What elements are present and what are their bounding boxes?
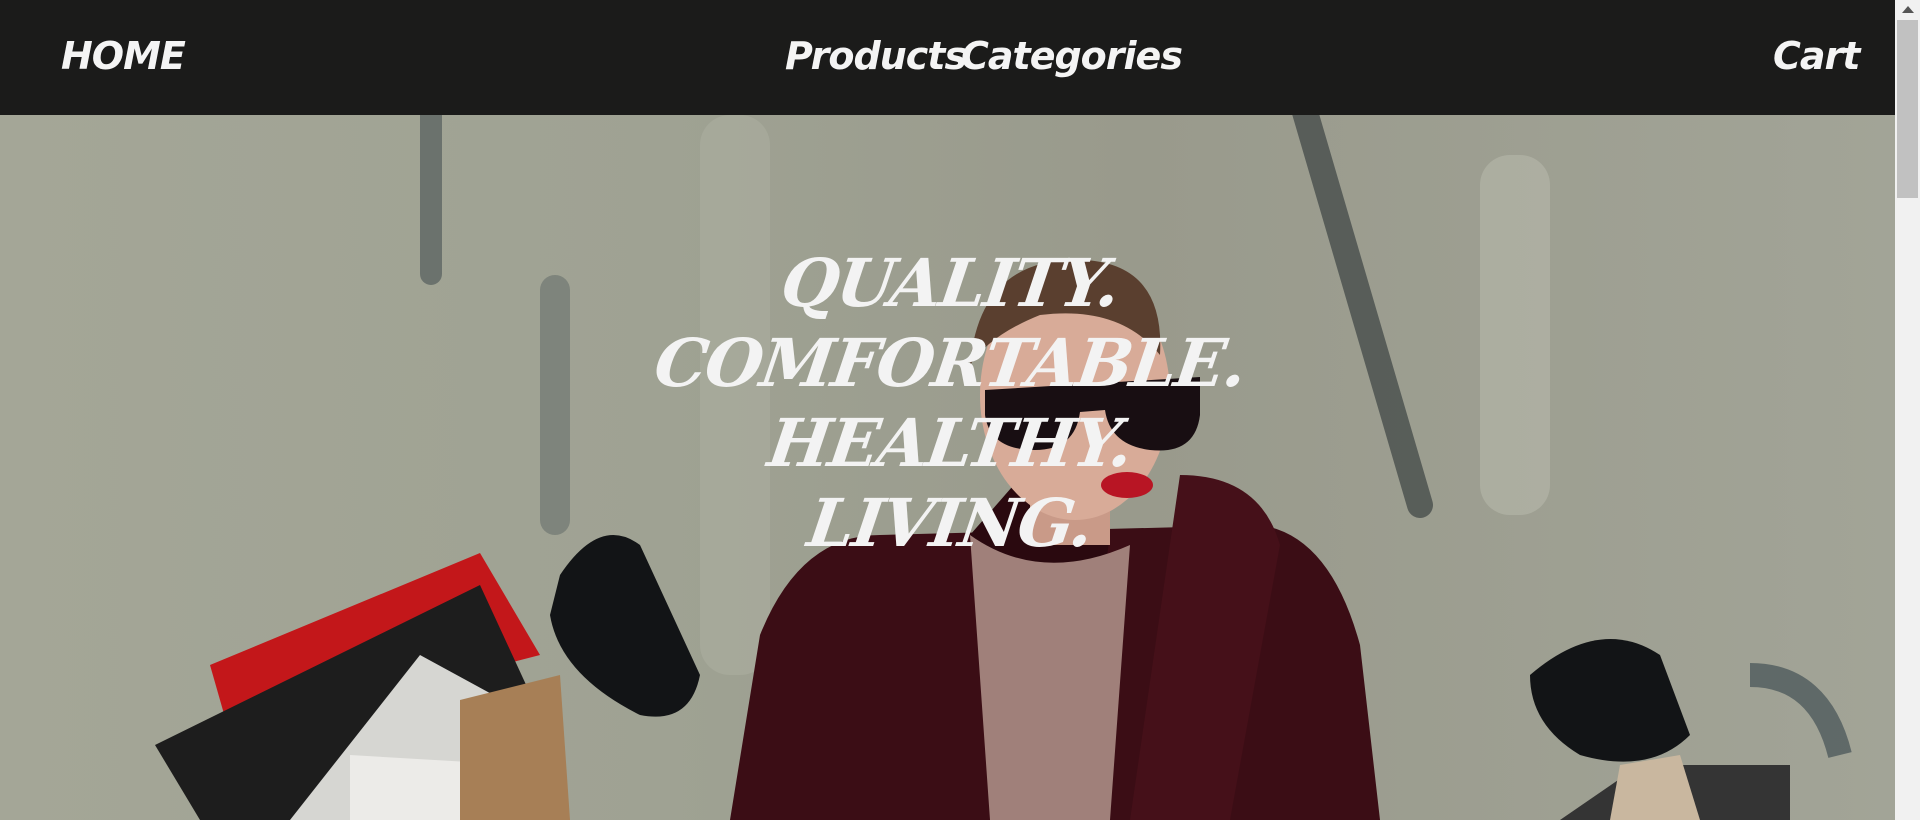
top-navbar: HOME Products Categories Cart: [0, 0, 1895, 115]
tagline-line-healthy: Healthy.: [763, 404, 1137, 482]
tagline-line-living: Living.: [803, 484, 1097, 562]
nav-categories-link[interactable]: Categories: [961, 28, 1183, 84]
nav-products-link[interactable]: Products: [785, 28, 967, 84]
scroll-thumb[interactable]: [1897, 20, 1918, 198]
page-scrollbar[interactable]: [1895, 0, 1920, 820]
tagline-line-comfortable: Comfortable.: [649, 324, 1251, 402]
nav-cart-link[interactable]: Cart: [1773, 28, 1860, 84]
tagline-line-quality: Quality.: [776, 244, 1124, 322]
scroll-up-arrow-icon[interactable]: [1902, 6, 1914, 13]
nav-home-link[interactable]: HOME: [61, 28, 186, 84]
hero-tagline: Quality. Comfortable. Healthy. Living.: [650, 243, 1250, 563]
hero-banner: Quality. Comfortable. Healthy. Living.: [0, 115, 1895, 820]
